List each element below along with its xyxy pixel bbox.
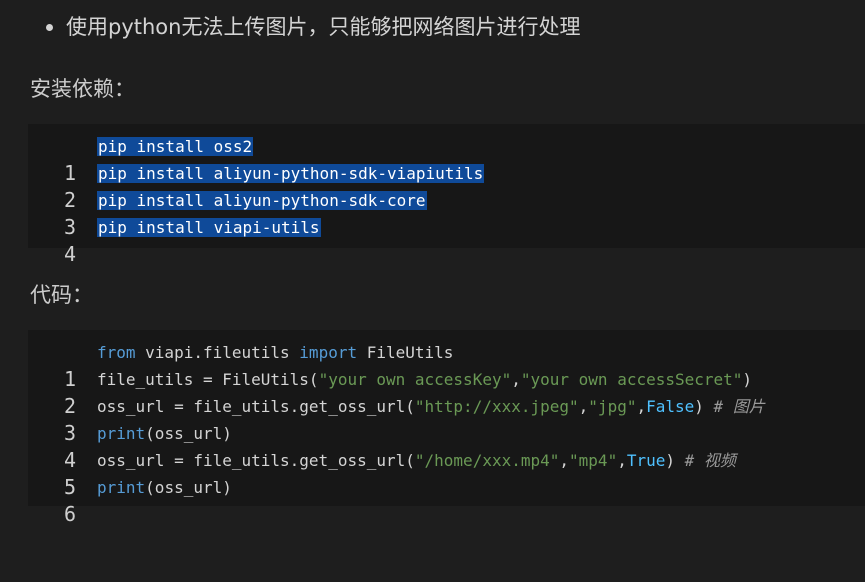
- code-line: 6 print(oss_url): [28, 474, 865, 526]
- line-number: 6: [63, 502, 76, 526]
- code-line: 2 pip install aliyun-python-sdk-viapiuti…: [28, 160, 865, 212]
- selected-code-text[interactable]: pip install aliyun-python-sdk-viapiutils: [97, 164, 485, 183]
- install-code-block: 1 pip install oss2 2 pip install aliyun-…: [28, 124, 865, 266]
- bullet-dot-icon: [46, 23, 53, 31]
- python-code-block: 1 from viapi.fileutils import FileUtils …: [28, 330, 865, 526]
- code-line: 3 oss_url = file_utils.get_oss_url("http…: [28, 393, 865, 445]
- code-text[interactable]: oss_url = file_utils.get_oss_url("http:/…: [97, 393, 765, 420]
- selected-code-text[interactable]: pip install viapi-utils: [97, 218, 321, 237]
- bullet-text: 使用python无法上传图片，只能够把网络图片进行处理: [66, 15, 581, 39]
- code-text[interactable]: oss_url = file_utils.get_oss_url("/home/…: [97, 447, 736, 474]
- selected-code-text[interactable]: pip install aliyun-python-sdk-core: [97, 191, 427, 210]
- line-number: 4: [63, 242, 76, 266]
- code-line: 3 pip install aliyun-python-sdk-core: [28, 187, 865, 239]
- install-heading: 安装依赖：: [30, 77, 135, 101]
- code-line: 5 oss_url = file_utils.get_oss_url("/hom…: [28, 447, 865, 499]
- code-text[interactable]: file_utils = FileUtils("your own accessK…: [97, 366, 752, 393]
- code-line: 2 file_utils = FileUtils("your own acces…: [28, 366, 865, 418]
- code-line: 1 from viapi.fileutils import FileUtils: [28, 339, 865, 391]
- code-heading: 代码：: [30, 283, 93, 307]
- bullet-item: 使用python无法上传图片，只能够把网络图片进行处理: [46, 12, 580, 42]
- code-line: 1 pip install oss2: [28, 133, 865, 185]
- code-text[interactable]: from viapi.fileutils import FileUtils: [97, 339, 453, 366]
- code-line: 4 pip install viapi-utils: [28, 214, 865, 266]
- code-text[interactable]: print(oss_url): [97, 420, 232, 447]
- code-text[interactable]: print(oss_url): [97, 474, 232, 501]
- selected-code-text[interactable]: pip install oss2: [97, 137, 254, 156]
- code-line: 4 print(oss_url): [28, 420, 865, 472]
